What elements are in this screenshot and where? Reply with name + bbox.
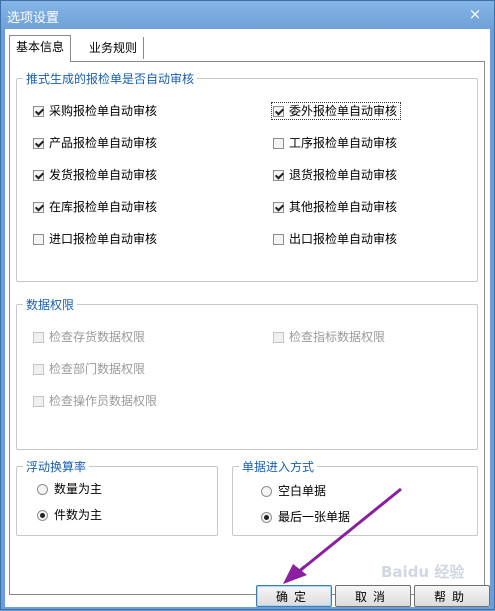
- tab-business-rules[interactable]: 业务规则: [83, 37, 145, 59]
- radio-label: 空白单据: [278, 484, 327, 498]
- checkbox-label: 采购报检单自动审核: [49, 104, 158, 118]
- checkbox-checked-icon: [33, 138, 44, 149]
- conversion-rate-legend: 浮动换算率: [23, 458, 90, 475]
- checkbox-label: 退货报检单自动审核: [289, 168, 398, 182]
- radio-blank-document[interactable]: 空白单据: [261, 483, 326, 499]
- close-icon[interactable]: ×: [468, 7, 482, 22]
- checkbox-disabled-icon: [273, 332, 284, 343]
- checkbox-process-audit[interactable]: 工序报检单自动审核: [273, 135, 397, 151]
- entry-mode-legend: 单据进入方式: [239, 458, 318, 475]
- cancel-button[interactable]: 取消: [335, 585, 411, 607]
- radio-quantity-first[interactable]: 数量为主: [37, 481, 102, 497]
- radio-off-icon: [37, 484, 48, 495]
- checkbox-checked-icon: [273, 106, 284, 117]
- tab-pane: 推式生成的报检单是否自动审核 采购报检单自动审核 委外报检单自动审核 产品报检单…: [9, 61, 485, 595]
- checkbox-label: 在库报检单自动审核: [49, 200, 158, 214]
- checkbox-label: 检查部门数据权限: [49, 362, 146, 376]
- checkbox-checked-icon: [33, 170, 44, 181]
- radio-last-document[interactable]: 最后一张单据: [261, 509, 350, 525]
- dialog-client: 基本信息 业务规则 推式生成的报检单是否自动审核 采购报检单自动审核 委外报检单…: [5, 29, 490, 607]
- data-permission-group: 数据权限 检查存货数据权限 检查指标数据权限 检查部门数据权限 检查操作员数据权…: [16, 296, 478, 450]
- checkbox-disabled-icon: [33, 332, 44, 343]
- radio-on-icon: [261, 512, 272, 523]
- radio-label: 最后一张单据: [278, 510, 351, 524]
- checkbox-unchecked-icon: [273, 138, 284, 149]
- checkbox-label: 检查操作员数据权限: [49, 394, 158, 408]
- radio-pieces-first[interactable]: 件数为主: [37, 507, 102, 523]
- checkbox-label: 进口报检单自动审核: [49, 232, 158, 246]
- checkbox-checked-icon: [33, 202, 44, 213]
- checkbox-shipment-audit[interactable]: 发货报检单自动审核: [33, 167, 157, 183]
- checkbox-return-audit[interactable]: 退货报检单自动审核: [273, 167, 397, 183]
- conversion-rate-group: 浮动换算率 数量为主 件数为主: [16, 458, 218, 536]
- checkbox-product-audit[interactable]: 产品报检单自动审核: [33, 135, 157, 151]
- checkbox-unchecked-icon: [33, 234, 44, 245]
- checkbox-disabled-icon: [33, 364, 44, 375]
- checkbox-label: 出口报检单自动审核: [289, 232, 398, 246]
- radio-label: 件数为主: [54, 508, 103, 522]
- checkbox-operator-permission[interactable]: 检查操作员数据权限: [33, 393, 157, 409]
- dialog-title: 选项设置: [7, 11, 60, 26]
- checkbox-label: 委外报检单自动审核: [289, 104, 398, 118]
- title-bar[interactable]: 选项设置 ×: [1, 1, 494, 29]
- checkbox-instock-audit[interactable]: 在库报检单自动审核: [33, 199, 157, 215]
- checkbox-label: 检查存货数据权限: [49, 330, 146, 344]
- checkbox-label: 工序报检单自动审核: [289, 136, 398, 150]
- checkbox-import-audit[interactable]: 进口报检单自动审核: [33, 231, 157, 247]
- checkbox-checked-icon: [273, 202, 284, 213]
- radio-off-icon: [261, 486, 272, 497]
- checkbox-other-audit[interactable]: 其他报检单自动审核: [273, 199, 397, 215]
- radio-on-icon: [37, 510, 48, 521]
- checkbox-department-permission[interactable]: 检查部门数据权限: [33, 361, 145, 377]
- checkbox-label: 其他报检单自动审核: [289, 200, 398, 214]
- tab-basic-info[interactable]: 基本信息: [9, 35, 72, 62]
- data-permission-legend: 数据权限: [23, 296, 78, 313]
- ok-button[interactable]: 确定: [256, 585, 332, 607]
- watermark-logo: Baidu 经验: [381, 563, 465, 581]
- checkbox-outsource-audit[interactable]: 委外报检单自动审核: [270, 102, 402, 120]
- checkbox-checked-icon: [273, 170, 284, 181]
- checkbox-export-audit[interactable]: 出口报检单自动审核: [273, 231, 397, 247]
- checkbox-disabled-icon: [33, 396, 44, 407]
- checkbox-unchecked-icon: [273, 234, 284, 245]
- radio-label: 数量为主: [54, 482, 103, 496]
- checkbox-label: 检查指标数据权限: [289, 330, 386, 344]
- entry-mode-group: 单据进入方式 空白单据 最后一张单据: [232, 458, 478, 536]
- checkbox-label: 产品报检单自动审核: [49, 136, 158, 150]
- checkbox-checked-icon: [33, 106, 44, 117]
- auto-audit-group: 推式生成的报检单是否自动审核 采购报检单自动审核 委外报检单自动审核 产品报检单…: [16, 70, 478, 282]
- options-dialog: 选项设置 × 基本信息 业务规则 推式生成的报检单是否自动审核 采购报检单自动审…: [0, 0, 495, 610]
- auto-audit-legend: 推式生成的报检单是否自动审核: [23, 70, 198, 87]
- checkbox-inventory-permission[interactable]: 检查存货数据权限: [33, 329, 145, 345]
- checkbox-indicator-permission[interactable]: 检查指标数据权限: [273, 329, 385, 345]
- checkbox-purchase-audit[interactable]: 采购报检单自动审核: [33, 103, 157, 119]
- checkbox-label: 发货报检单自动审核: [49, 168, 158, 182]
- help-button[interactable]: 帮助: [414, 585, 490, 607]
